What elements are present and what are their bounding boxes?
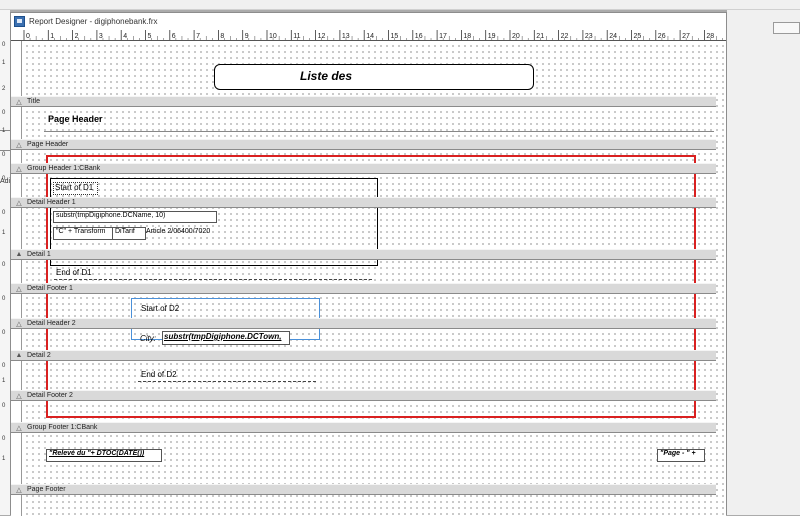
band-label: Detail 2: [27, 352, 51, 359]
band-title[interactable]: △ Title: [11, 96, 716, 107]
band-label: Page Footer: [27, 486, 66, 493]
background-app-toolbar: [0, 0, 800, 10]
band-page-footer[interactable]: △ Page Footer: [11, 484, 716, 495]
vruler-mark: 1: [2, 378, 6, 384]
band-label: Detail Footer 2: [27, 392, 73, 399]
band-collapse-icon[interactable]: △: [15, 141, 23, 149]
vruler-mark: 1: [2, 128, 6, 134]
page-number-field[interactable]: "Page - " +: [657, 449, 705, 462]
horizontal-ruler: 0 1 2 3 4 5 6 7 8 9 10 11 12 13 14 15 16 17 18 19 20 21 22 23 24…: [11, 30, 726, 41]
background-app-right-panel: [727, 10, 800, 515]
band-detail-footer-1[interactable]: △ Detail Footer 1: [11, 283, 716, 294]
vruler-mark: 0: [2, 296, 6, 302]
vruler-mark: 0: [2, 42, 6, 48]
band-page-header[interactable]: △ Page Header: [11, 139, 716, 150]
vruler-mark: 1: [2, 456, 6, 462]
d2-start-label[interactable]: Start of D2: [141, 304, 179, 313]
band-collapse-icon[interactable]: △: [15, 98, 23, 106]
vruler-mark: 0: [2, 403, 6, 409]
band-group-footer[interactable]: △ Group Footer 1:CBank: [11, 422, 716, 433]
ruler-tick-label: 2: [75, 33, 79, 40]
vruler-mark: 0: [2, 330, 6, 336]
window-titlebar[interactable]: Report Designer - digiphonebank.frx: [11, 13, 726, 30]
band-collapse-icon[interactable]: △: [15, 424, 23, 432]
ruler-tick-label: 11: [293, 33, 300, 40]
d1-start-label[interactable]: Start of D1: [53, 182, 98, 195]
ruler-tick-label: 7: [196, 33, 200, 40]
d1-end-label[interactable]: End of D1: [56, 268, 92, 277]
vruler-mark: 0: [2, 176, 6, 182]
ruler-tick-label: 4: [123, 33, 127, 40]
band-detail-1[interactable]: ▲ Detail 1: [11, 249, 716, 260]
ruler-tick-label: 3: [99, 33, 103, 40]
dtarif-field[interactable]: DiTarif: [112, 227, 146, 240]
band-label: Detail Header 2: [27, 320, 76, 327]
page-header-line[interactable]: [44, 131, 714, 132]
band-label: Page Header: [27, 141, 69, 148]
d2-end-label[interactable]: End of D2: [141, 370, 177, 379]
vruler-mark: 0: [2, 262, 6, 268]
vertical-ruler: [11, 41, 22, 516]
vruler-mark: 1: [2, 60, 6, 66]
vruler-mark: 0: [2, 210, 6, 216]
band-expand-icon[interactable]: ▲: [15, 251, 23, 258]
band-expand-icon[interactable]: ▲: [15, 352, 23, 359]
band-group-header[interactable]: △ Group Header 1:CBank: [11, 163, 716, 174]
vruler-mark: 0: [2, 436, 6, 442]
band-collapse-icon[interactable]: △: [15, 165, 23, 173]
band-label: Title: [27, 98, 40, 105]
city-label[interactable]: City:: [140, 334, 156, 343]
band-collapse-icon[interactable]: △: [15, 199, 23, 207]
band-detail-header-2[interactable]: △ Detail Header 2: [11, 318, 716, 329]
transform-field[interactable]: "C" + Transform: [53, 227, 113, 240]
band-detail-footer-2[interactable]: △ Detail Footer 2: [11, 390, 716, 401]
dcname-field[interactable]: substr(tmpDigiphone.DCName, 10): [53, 211, 217, 223]
band-collapse-icon[interactable]: △: [15, 392, 23, 400]
band-detail-2[interactable]: ▲ Detail 2: [11, 350, 716, 361]
d1-dashed-line[interactable]: [54, 279, 372, 280]
releve-date-field[interactable]: "Relevé du "+ DTOC(DATE()): [46, 449, 162, 462]
background-button[interactable]: [773, 22, 800, 34]
band-collapse-icon[interactable]: △: [15, 285, 23, 293]
vruler-mark: 0: [2, 110, 6, 116]
vruler-mark: 2: [2, 86, 6, 92]
band-label: Group Footer 1:CBank: [27, 424, 98, 431]
report-title-label[interactable]: Liste des: [300, 69, 352, 83]
d2-dashed-line[interactable]: [138, 381, 316, 382]
page-header-label[interactable]: Page Header: [48, 114, 103, 124]
band-collapse-icon[interactable]: △: [15, 486, 23, 494]
ruler-tick-label: 6: [172, 33, 176, 40]
vruler-mark: 1: [2, 230, 6, 236]
article-label[interactable]: Article 2/06400/7020: [146, 228, 210, 235]
band-collapse-icon[interactable]: △: [15, 320, 23, 328]
ruler-tick-label: 9: [245, 33, 249, 40]
band-detail-header-1[interactable]: △ Detail Header 1: [11, 197, 716, 208]
window-title: Report Designer - digiphonebank.frx: [29, 17, 158, 26]
band-label: Detail 1: [27, 251, 51, 258]
vruler-mark: 0: [2, 152, 6, 158]
background-divider: [0, 150, 10, 151]
report-title-shape[interactable]: [214, 64, 534, 90]
ruler-tick-label: 5: [148, 33, 152, 40]
vruler-mark: 0: [2, 363, 6, 369]
band-label: Group Header 1:CBank: [27, 165, 101, 172]
band-label: Detail Header 1: [27, 199, 76, 206]
ruler-scale: 0 1 2 3 4 5 6 7 8 9 10 11 12 13 14 15 16 17 18 19 20 21 22 23 24…: [23, 30, 723, 40]
ruler-tick-label: 0: [26, 33, 30, 40]
dctown-field[interactable]: substr(tmpDigiphone.DCTown,: [162, 331, 290, 345]
ruler-tick-label: 1: [50, 33, 54, 40]
report-designer-app-icon: [14, 16, 25, 27]
band-label: Detail Footer 1: [27, 285, 73, 292]
ruler-tick-label: 8: [220, 33, 224, 40]
